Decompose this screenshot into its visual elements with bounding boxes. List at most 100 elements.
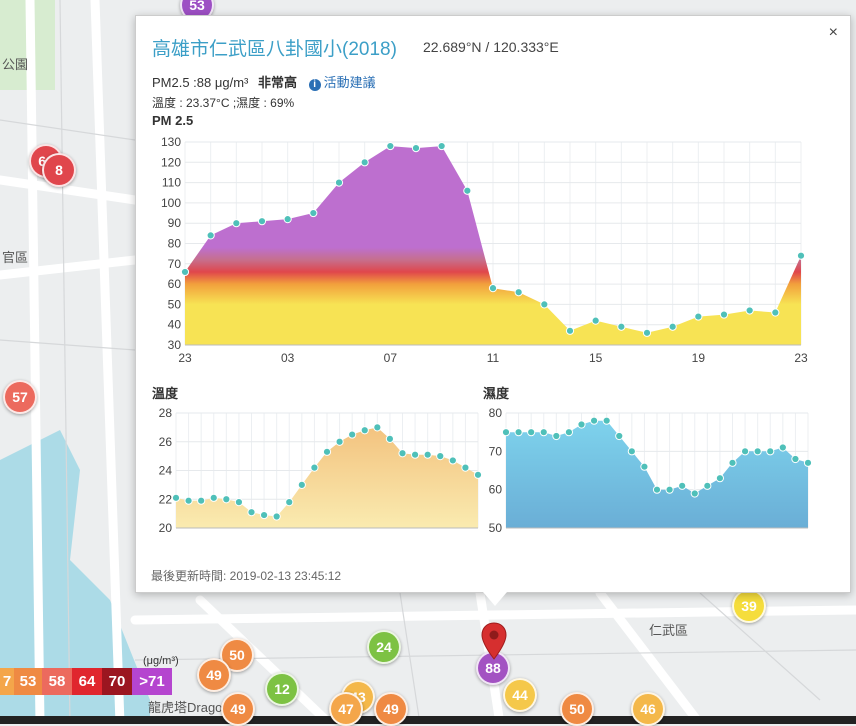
data-point[interactable] xyxy=(803,458,813,467)
legend-cell: 64 xyxy=(72,668,102,695)
location-pin-icon[interactable] xyxy=(481,622,507,660)
data-point[interactable] xyxy=(232,219,241,228)
data-point[interactable] xyxy=(565,326,575,335)
station-marker[interactable]: 50 xyxy=(560,692,594,726)
station-title[interactable]: 高雄市仁武區八卦國小(2018) xyxy=(152,34,397,61)
data-point[interactable] xyxy=(171,493,181,502)
data-point[interactable] xyxy=(539,428,548,437)
data-point[interactable] xyxy=(778,443,787,452)
data-point[interactable] xyxy=(703,481,712,490)
data-point[interactable] xyxy=(310,463,319,472)
map-label-park: 公園 xyxy=(2,57,29,72)
data-point[interactable] xyxy=(348,430,357,439)
station-marker[interactable]: 44 xyxy=(503,678,537,712)
data-point[interactable] xyxy=(247,508,256,517)
data-point[interactable] xyxy=(488,284,498,293)
x-tick-label: 07 xyxy=(384,351,398,365)
station-marker[interactable]: 8 xyxy=(42,153,76,187)
data-point[interactable] xyxy=(615,431,624,441)
data-point[interactable] xyxy=(564,428,574,437)
data-point[interactable] xyxy=(591,316,600,325)
data-point[interactable] xyxy=(728,458,737,467)
data-point[interactable] xyxy=(602,416,611,425)
data-point[interactable] xyxy=(642,328,652,337)
data-point[interactable] xyxy=(753,447,762,456)
data-point[interactable] xyxy=(719,310,729,319)
data-point[interactable] xyxy=(678,481,687,490)
data-point[interactable] xyxy=(715,474,725,483)
data-point[interactable] xyxy=(461,463,470,472)
y-tick-label: 24 xyxy=(159,464,173,478)
data-point[interactable] xyxy=(436,452,445,461)
data-point[interactable] xyxy=(690,489,699,498)
data-point[interactable] xyxy=(209,493,218,502)
data-point[interactable] xyxy=(322,447,332,456)
data-point[interactable] xyxy=(334,178,344,187)
data-point[interactable] xyxy=(373,423,382,432)
data-point[interactable] xyxy=(257,217,267,226)
data-point[interactable] xyxy=(514,288,523,297)
data-point[interactable] xyxy=(197,496,206,505)
data-point[interactable] xyxy=(234,498,244,507)
data-point[interactable] xyxy=(694,312,703,321)
data-point[interactable] xyxy=(589,416,599,425)
data-point[interactable] xyxy=(665,485,674,494)
data-point[interactable] xyxy=(796,251,806,260)
y-tick-label: 22 xyxy=(159,492,173,506)
data-point[interactable] xyxy=(309,208,318,218)
data-point[interactable] xyxy=(180,267,190,277)
data-point[interactable] xyxy=(463,186,472,195)
y-tick-label: 60 xyxy=(168,277,182,291)
data-point[interactable] xyxy=(272,512,281,521)
data-point[interactable] xyxy=(652,485,662,494)
data-point[interactable] xyxy=(360,158,369,167)
data-point[interactable] xyxy=(514,428,523,437)
data-point[interactable] xyxy=(222,495,231,504)
data-point[interactable] xyxy=(540,300,549,309)
data-point[interactable] xyxy=(552,431,561,441)
data-point[interactable] xyxy=(771,308,780,317)
station-marker[interactable]: 57 xyxy=(3,380,37,414)
y-tick-label: 70 xyxy=(489,444,503,458)
station-marker[interactable]: 24 xyxy=(367,630,401,664)
x-tick-label: 11 xyxy=(487,351,500,365)
data-point[interactable] xyxy=(259,510,269,520)
station-marker[interactable]: 49 xyxy=(374,692,408,726)
data-point[interactable] xyxy=(437,141,446,151)
data-point[interactable] xyxy=(448,456,457,465)
station-marker[interactable]: 49 xyxy=(221,692,255,726)
data-point[interactable] xyxy=(206,231,215,240)
data-point[interactable] xyxy=(527,428,536,437)
data-point[interactable] xyxy=(740,447,750,456)
pm-chart-title: PM 2.5 xyxy=(152,113,194,128)
data-point[interactable] xyxy=(335,437,344,446)
data-point[interactable] xyxy=(745,306,754,315)
data-point[interactable] xyxy=(184,496,193,505)
data-point[interactable] xyxy=(411,143,421,153)
station-marker[interactable]: 39 xyxy=(732,589,766,623)
data-point[interactable] xyxy=(285,498,294,507)
data-point[interactable] xyxy=(360,426,369,435)
data-point[interactable] xyxy=(577,420,586,429)
activity-advice-link[interactable]: i 活動建議 xyxy=(308,75,376,91)
data-point[interactable] xyxy=(423,450,432,459)
data-point[interactable] xyxy=(627,447,636,456)
station-marker[interactable]: 49 xyxy=(197,658,231,692)
data-point[interactable] xyxy=(283,215,292,224)
station-marker[interactable]: 12 xyxy=(265,672,299,706)
data-point[interactable] xyxy=(297,480,306,489)
data-point[interactable] xyxy=(668,322,677,331)
data-point[interactable] xyxy=(501,428,511,437)
data-point[interactable] xyxy=(766,447,775,456)
data-point[interactable] xyxy=(398,449,407,458)
close-icon[interactable]: × xyxy=(829,24,838,42)
station-marker[interactable]: 47 xyxy=(329,692,363,726)
data-point[interactable] xyxy=(617,322,626,331)
station-marker[interactable]: 46 xyxy=(631,692,665,726)
data-point[interactable] xyxy=(640,462,649,471)
data-point[interactable] xyxy=(385,434,395,443)
data-point[interactable] xyxy=(410,450,420,459)
data-point[interactable] xyxy=(386,141,395,151)
data-point[interactable] xyxy=(791,454,800,464)
pm-level: 非常高 xyxy=(257,75,297,90)
